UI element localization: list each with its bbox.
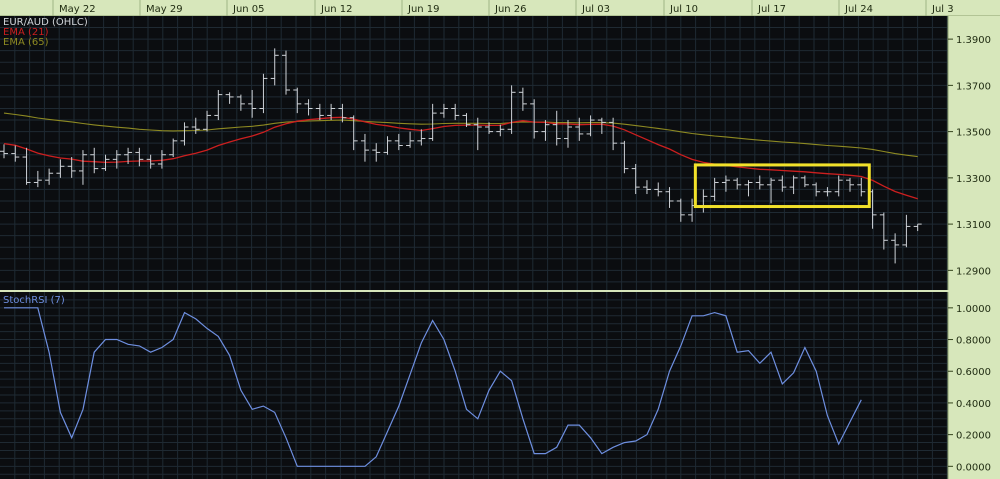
stochrsi-tick-label: 0.8000 <box>956 336 991 347</box>
date-tick-label: Jul 3 <box>931 4 954 15</box>
stochrsi-tick-label: 0.6000 <box>956 367 991 378</box>
forex-chart: May 22 May 29 Jun 05 Jun 12 Jun 19 Jun 26 Jul … <box>0 0 1000 479</box>
date-tick-label: Jul 10 <box>669 4 698 15</box>
ema65-legend: EMA (65) <box>3 37 49 48</box>
date-tick-label: May 29 <box>146 4 183 15</box>
stochrsi-y-axis: 1.0000 0.8000 0.6000 0.4000 0.2000 0.0000 <box>947 292 1000 479</box>
stochrsi-tick-label: 1.0000 <box>956 304 991 315</box>
date-tick-label: Jul 17 <box>757 4 786 15</box>
date-tick-label: Jun 05 <box>232 4 265 15</box>
price-y-axis: 1.3900 1.3700 1.3500 1.3300 1.3100 1.2900 <box>947 16 1000 290</box>
stochrsi-axis-background <box>948 292 1000 479</box>
pane-divider <box>0 290 1000 292</box>
price-tick-label: 1.3300 <box>956 174 991 185</box>
date-tick-label: Jun 19 <box>407 4 440 15</box>
date-tick-label: Jul 03 <box>581 4 610 15</box>
stochrsi-tick-label: 0.2000 <box>956 431 991 442</box>
date-tick-label: Jul 24 <box>844 4 873 15</box>
stochrsi-tick-label: 0.4000 <box>956 399 991 410</box>
date-tick-label: May 22 <box>59 4 96 15</box>
stochrsi-legend: StochRSI (7) <box>3 295 65 306</box>
price-tick-label: 1.3500 <box>956 128 991 139</box>
price-tick-label: 1.3700 <box>956 81 991 92</box>
stochrsi-pane: StochRSI (7) <box>0 292 948 479</box>
date-tick-label: Jun 12 <box>320 4 353 15</box>
price-tick-label: 1.2900 <box>956 266 991 277</box>
price-pane: EUR/AUD (OHLC)EMA (21)EMA (65) <box>0 16 948 290</box>
stochrsi-title: StochRSI (7) <box>3 295 65 306</box>
price-tick-label: 1.3100 <box>956 220 991 231</box>
price-axis-background <box>948 16 1000 290</box>
price-tick-label: 1.3900 <box>956 35 991 46</box>
date-axis-bar: May 22 May 29 Jun 05 Jun 12 Jun 19 Jun 26 Jul … <box>0 0 1000 17</box>
date-tick-label: Jun 26 <box>494 4 527 15</box>
stochrsi-tick-label: 0.0000 <box>956 462 991 473</box>
